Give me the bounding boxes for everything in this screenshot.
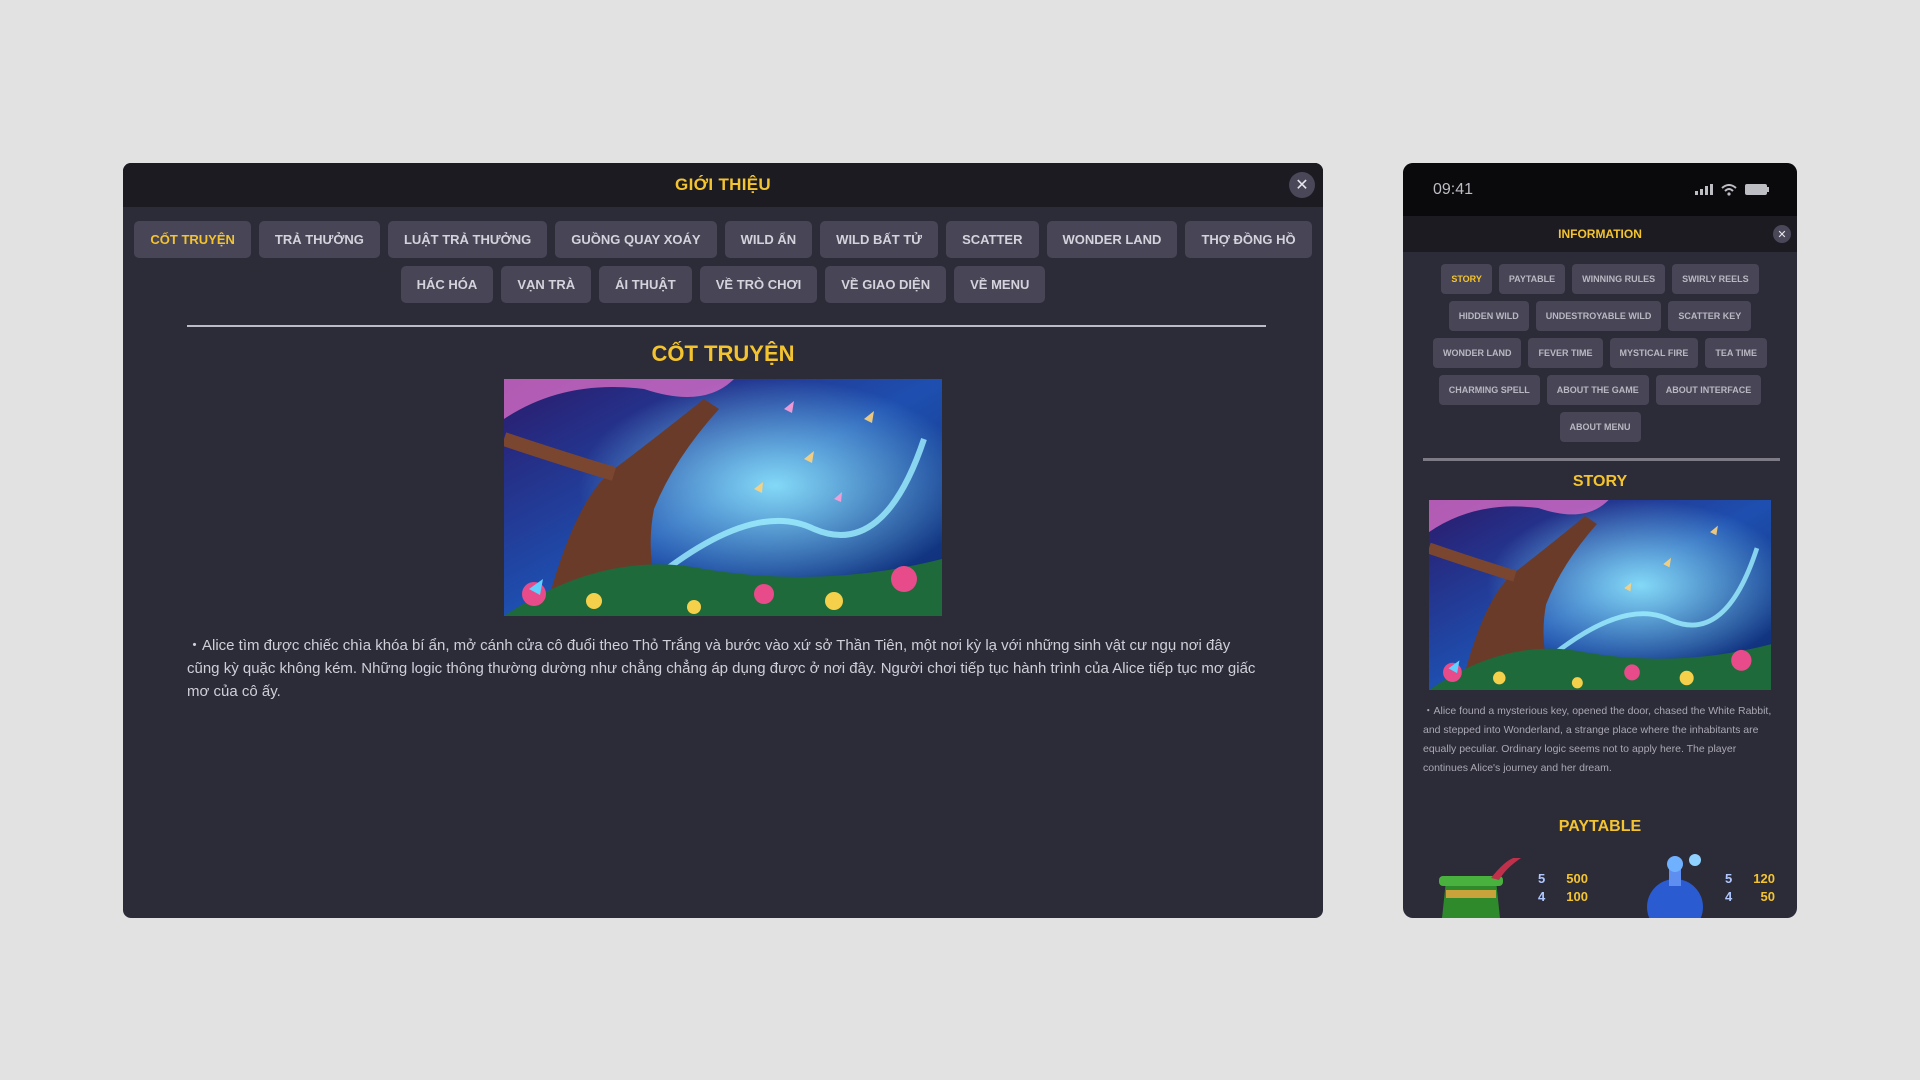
status-bar: 09:41 bbox=[1403, 163, 1797, 216]
desktop-title: GIỚI THIỆU bbox=[675, 175, 771, 194]
tab-undestroyable-wild[interactable]: UNDESTROYABLE WILD bbox=[1535, 301, 1662, 331]
tab-ve-tro-choi[interactable]: VỀ TRÒ CHƠI bbox=[699, 266, 818, 303]
pay-row: 4 50 bbox=[1725, 889, 1775, 904]
tab-scatter[interactable]: SCATTER bbox=[946, 221, 1039, 258]
story-text: ・Alice tìm được chiếc chìa khóa bí ẩn, m… bbox=[187, 637, 1256, 700]
close-button[interactable]: ✕ bbox=[1289, 172, 1315, 198]
mobile-story-text: ・Alice found a mysterious key, opened th… bbox=[1423, 705, 1772, 774]
tab-wild-an[interactable]: WILD ẨN bbox=[724, 221, 813, 258]
tab-scatter-key[interactable]: SCATTER KEY bbox=[1668, 301, 1752, 331]
mobile-story-illustration bbox=[1429, 500, 1771, 690]
tab-luat-tra-thuong[interactable]: LUẬT TRẢ THƯỞNG bbox=[387, 221, 548, 258]
tab-ve-giao-dien[interactable]: VỀ GIAO DIỆN bbox=[825, 266, 947, 303]
tab-tra-thuong[interactable]: TRẢ THƯỞNG bbox=[258, 221, 380, 258]
tab-guong-quay-xoay[interactable]: GUỒNG QUAY XOÁY bbox=[555, 221, 717, 258]
tab-swirly-reels[interactable]: SWIRLY REELS bbox=[1672, 264, 1759, 294]
mobile-section-title: STORY bbox=[1572, 473, 1628, 490]
close-icon: ✕ bbox=[1295, 177, 1309, 194]
story-illustration bbox=[504, 379, 942, 616]
tab-ve-menu[interactable]: VỀ MENU bbox=[954, 266, 1046, 303]
tab-wonder-land[interactable]: WONDER LAND bbox=[1432, 338, 1522, 368]
mobile-header: INFORMATION ✕ bbox=[1403, 216, 1797, 252]
pay-rows: 5 120 4 50 bbox=[1725, 870, 1775, 906]
blue-potion-symbol bbox=[1647, 854, 1703, 918]
close-icon: ✕ bbox=[1777, 228, 1787, 241]
tab-cot-truyen[interactable]: CỐT TRUYỆN bbox=[134, 221, 251, 258]
tab-tho-dong-ho[interactable]: THỢ ĐỒNG HỒ bbox=[1185, 221, 1312, 258]
tab-story[interactable]: STORY bbox=[1441, 264, 1492, 294]
tab-paytable[interactable]: PAYTABLE bbox=[1498, 264, 1566, 294]
mobile-close-button[interactable]: ✕ bbox=[1773, 225, 1791, 243]
desktop-tab-bar: CỐT TRUYỆN TRẢ THƯỞNG LUẬT TRẢ THƯỞNG GUỒNG… bbox=[123, 221, 1323, 303]
signal-icon bbox=[1695, 184, 1713, 195]
tab-charming-spell[interactable]: CHARMING SPELL bbox=[1438, 375, 1540, 405]
status-time: 09:41 bbox=[1433, 180, 1474, 198]
mobile-divider bbox=[1423, 458, 1780, 461]
tab-about-the-game[interactable]: ABOUT THE GAME bbox=[1546, 375, 1649, 405]
desktop-info-panel: GIỚI THIỆU ✕ CỐT TRUYỆN TRẢ THƯỞNG LUẬT TR… bbox=[123, 163, 1323, 918]
tab-wonder-land[interactable]: WONDER LAND bbox=[1046, 221, 1178, 258]
pay-rows: 5 500 4 100 bbox=[1538, 870, 1588, 906]
tab-mystical-fire[interactable]: MYSTICAL FIRE bbox=[1609, 338, 1699, 368]
pay-row: 5 500 bbox=[1538, 871, 1588, 886]
wifi-icon bbox=[1721, 183, 1737, 196]
tab-about-interface[interactable]: ABOUT INTERFACE bbox=[1655, 375, 1762, 405]
tab-van-tra[interactable]: VẠN TRÀ bbox=[501, 266, 592, 303]
tab-about-menu[interactable]: ABOUT MENU bbox=[1559, 412, 1641, 442]
tab-ai-thuat[interactable]: ÁI THUẬT bbox=[599, 266, 692, 303]
divider bbox=[187, 325, 1266, 327]
pay-row: 4 100 bbox=[1538, 889, 1588, 904]
tab-wild-bat-tu[interactable]: WILD BẤT TỬ bbox=[820, 221, 939, 258]
mobile-tab-bar: STORY PAYTABLE WINNING RULES SWIRLY REELS HI… bbox=[1403, 264, 1797, 442]
paytable: 5 500 4 100 5 120 4 50 bbox=[1403, 844, 1797, 918]
paytable-title: PAYTABLE bbox=[1558, 818, 1642, 835]
section-title: CỐT TRUYỆN bbox=[651, 341, 795, 366]
tab-hidden-wild[interactable]: HIDDEN WILD bbox=[1448, 301, 1529, 331]
desktop-header: GIỚI THIỆU ✕ bbox=[123, 163, 1323, 207]
pay-row: 5 120 bbox=[1725, 871, 1775, 886]
mobile-title: INFORMATION bbox=[1558, 227, 1642, 241]
battery-icon bbox=[1745, 184, 1769, 195]
tab-hac-hoa[interactable]: HÁC HÓA bbox=[400, 266, 494, 303]
green-top-hat-symbol bbox=[1439, 858, 1521, 918]
tab-winning-rules[interactable]: WINNING RULES bbox=[1572, 264, 1666, 294]
tab-fever-time[interactable]: FEVER TIME bbox=[1528, 338, 1603, 368]
mobile-info-panel: 09:41 INFORMATION ✕ STORY PAYTABLE WINNING… bbox=[1403, 163, 1797, 918]
tab-tea-time[interactable]: TEA TIME bbox=[1705, 338, 1768, 368]
